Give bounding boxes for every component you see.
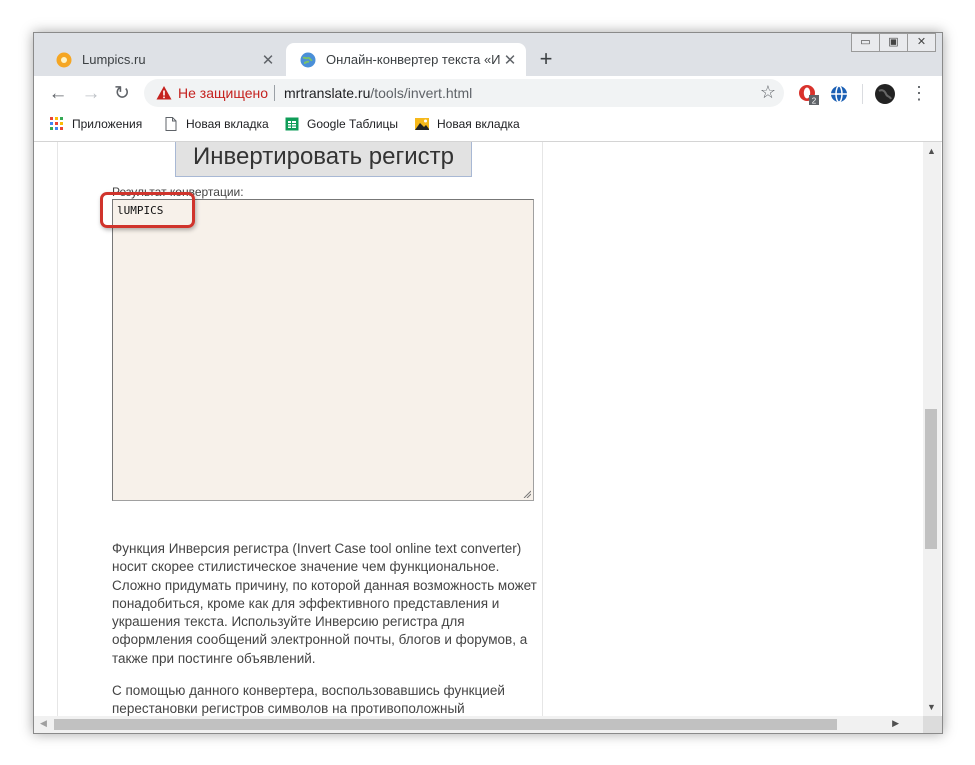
result-textarea[interactable]: lUMPICS [112, 199, 534, 501]
resize-handle-icon[interactable] [523, 490, 531, 498]
bookmark-google-sheets[interactable]: Google Таблицы [285, 117, 398, 131]
opera-extension-icon[interactable]: 2 [797, 83, 819, 105]
vpn-extension-icon[interactable] [828, 83, 850, 105]
reload-button[interactable]: ↻ [110, 82, 134, 106]
bookmark-label: Новая вкладка [437, 117, 520, 131]
result-highlight-frame [100, 192, 195, 228]
invert-case-button[interactable]: Инвертировать регистр [175, 142, 472, 177]
tab-close-icon[interactable]: ✕ [500, 51, 520, 69]
minimize-button[interactable]: ▭ [851, 33, 880, 52]
horizontal-scrollbar[interactable]: ◀ ▶ [34, 716, 923, 733]
vertical-scrollbar[interactable]: ▲ ▼ [923, 142, 941, 716]
lumpics-icon [56, 52, 72, 67]
vertical-scroll-thumb[interactable] [925, 409, 937, 549]
scroll-down-arrow-icon[interactable]: ▼ [927, 702, 936, 712]
warning-icon [156, 86, 172, 100]
new-tab-button[interactable]: + [534, 47, 558, 71]
toolbar-divider [862, 84, 863, 104]
page-viewport: Инвертировать регистр Результат конверта… [34, 142, 942, 716]
tab-close-icon[interactable]: ✕ [258, 51, 278, 69]
window-controls: ▭ ▣ ✕ [851, 33, 936, 52]
description-paragraph: Функция Инверсия регистра (Invert Case t… [112, 541, 537, 666]
scroll-left-arrow-icon[interactable]: ◀ [40, 718, 47, 729]
bookmark-new-tab-2[interactable]: Новая вкладка [415, 117, 520, 131]
scroll-up-arrow-icon[interactable]: ▲ [927, 146, 936, 156]
bookmark-label: Google Таблицы [307, 117, 399, 131]
url-text[interactable]: mrtranslate.ru/tools/invert.html [284, 85, 472, 101]
scrollbar-corner [923, 716, 942, 733]
globe-icon [300, 52, 316, 67]
omnibox-separator [274, 85, 275, 101]
bookmark-apps[interactable]: Приложения [50, 117, 142, 131]
browser-window: Lumpics.ru ✕ Онлайн-конвертер текста «Ин… [33, 32, 943, 734]
url-host: mrtranslate.ru [284, 85, 371, 101]
tab-title: Онлайн-конвертер текста «Инв [326, 52, 500, 67]
browser-toolbar: ← → ↻ Не защищено mrtranslate.ru/tools/i… [34, 76, 942, 112]
description-paragraph-2: С помощью данного конвертера, воспользов… [112, 683, 505, 716]
apps-grid-icon [50, 117, 63, 130]
close-window-button[interactable]: ✕ [907, 33, 936, 52]
address-bar[interactable]: Не защищено mrtranslate.ru/tools/invert.… [144, 79, 784, 107]
profile-avatar[interactable] [874, 83, 896, 105]
scroll-right-arrow-icon[interactable]: ▶ [892, 718, 899, 729]
bookmarks-bar: Приложения Новая вкладка Google Таблицы … [34, 112, 942, 142]
bookmark-label: Новая вкладка [186, 117, 269, 131]
tab-converter[interactable]: Онлайн-конвертер текста «Инв ✕ [286, 43, 526, 76]
page-icon [165, 117, 177, 131]
forward-button[interactable]: → [79, 82, 103, 106]
extension-badge: 2 [812, 97, 817, 106]
browser-menu-button[interactable]: ⋮ [910, 82, 928, 104]
content-column: Инвертировать регистр Результат конверта… [57, 142, 543, 716]
maximize-button[interactable]: ▣ [879, 33, 908, 52]
bookmark-label: Приложения [72, 117, 143, 131]
tab-lumpics[interactable]: Lumpics.ru ✕ [42, 43, 284, 76]
tab-strip: Lumpics.ru ✕ Онлайн-конвертер текста «Ин… [34, 33, 942, 76]
image-icon [415, 118, 429, 130]
not-secure-label[interactable]: Не защищено [178, 85, 268, 101]
back-button[interactable]: ← [46, 82, 70, 106]
tab-title: Lumpics.ru [82, 52, 146, 67]
sheets-icon [285, 117, 299, 131]
horizontal-scroll-thumb[interactable] [54, 719, 837, 730]
bookmark-new-tab-1[interactable]: Новая вкладка [164, 117, 269, 131]
url-path: /tools/invert.html [370, 85, 473, 101]
bookmark-star-icon[interactable]: ☆ [760, 82, 776, 103]
